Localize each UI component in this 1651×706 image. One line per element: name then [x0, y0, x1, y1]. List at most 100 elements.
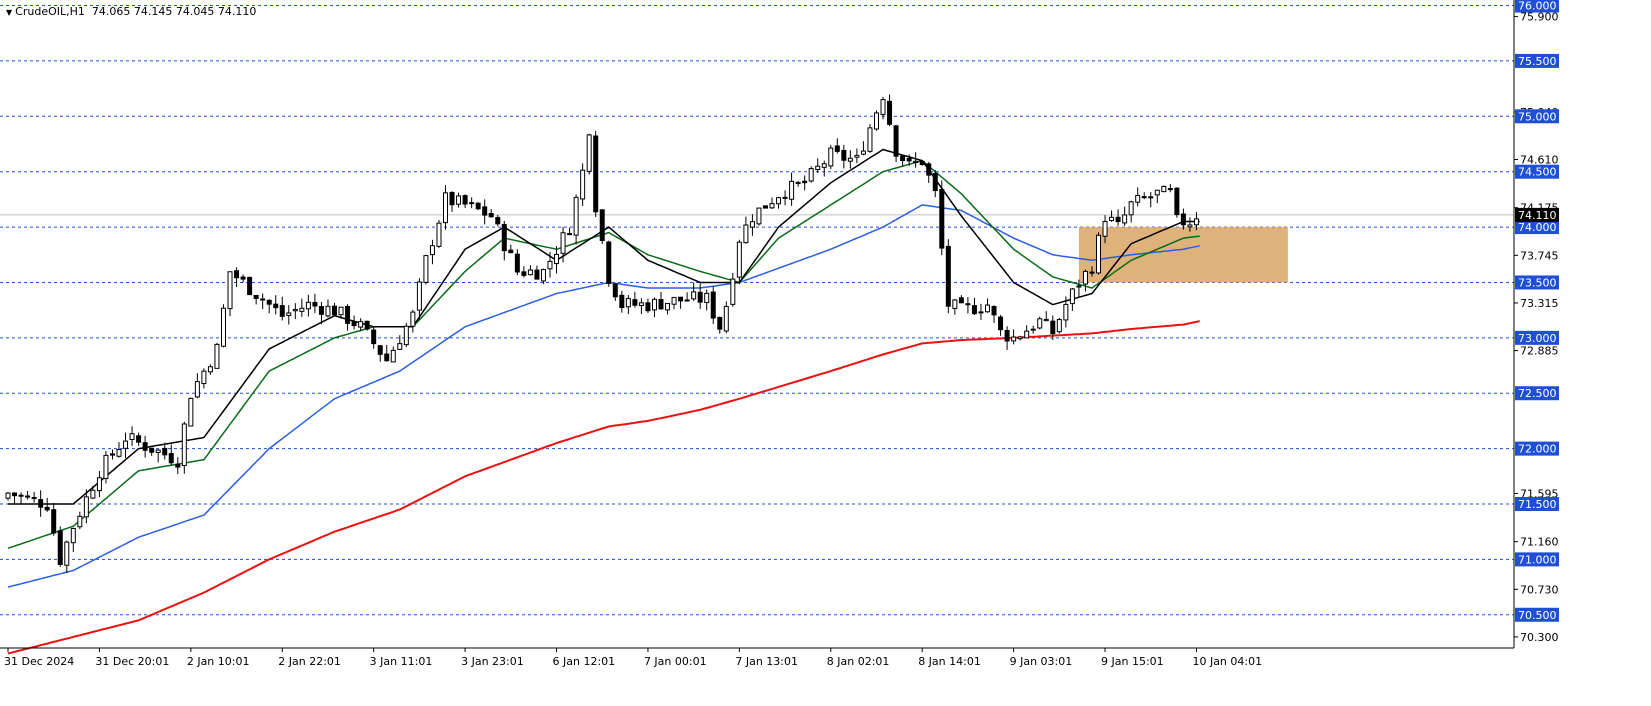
- candle: [1115, 209, 1121, 226]
- candle-body: [932, 172, 938, 192]
- candle: [482, 199, 488, 225]
- candle-body: [325, 305, 331, 317]
- candle: [390, 346, 396, 363]
- candle-body: [906, 158, 912, 162]
- candle: [475, 202, 481, 211]
- candle-body: [1050, 320, 1056, 335]
- candle: [1030, 325, 1036, 334]
- candle: [109, 449, 115, 460]
- candle-body: [1082, 270, 1088, 285]
- price-tick-label: 74.610: [1520, 154, 1559, 167]
- candle-body: [965, 303, 971, 306]
- price-chart[interactable]: 75.90075.04074.61074.17573.74573.31572.8…: [0, 0, 1651, 706]
- candle: [155, 449, 161, 463]
- candle-body: [1063, 303, 1069, 321]
- candle-body: [96, 477, 102, 492]
- candle-body: [443, 192, 449, 224]
- candle-body: [240, 276, 246, 280]
- level-tag-label: 73.500: [1518, 276, 1557, 289]
- candle-body: [593, 135, 599, 213]
- candle-body: [802, 180, 808, 184]
- time-tick-label: 2 Jan 22:01: [278, 655, 341, 668]
- candle-body: [299, 307, 305, 312]
- candle-body: [220, 307, 226, 347]
- candle: [508, 244, 514, 254]
- candle: [123, 432, 129, 458]
- candle-body: [155, 449, 161, 453]
- candle: [312, 293, 318, 314]
- candle-body: [44, 506, 50, 511]
- candle-body: [769, 203, 775, 209]
- candle-body: [345, 305, 351, 324]
- candle: [1161, 185, 1167, 193]
- candle-body: [913, 160, 919, 163]
- candle: [841, 144, 847, 169]
- candle: [952, 299, 958, 315]
- candle-body: [691, 291, 697, 300]
- candle: [1148, 192, 1154, 208]
- candle: [260, 293, 266, 310]
- candle-body: [717, 316, 723, 330]
- candle: [540, 268, 546, 284]
- candle: [638, 298, 644, 315]
- candle-body: [351, 321, 357, 327]
- candle: [619, 290, 625, 313]
- candle-body: [952, 299, 958, 309]
- time-tick-label: 31 Dec 2024: [4, 655, 74, 668]
- chart-panel: ▼ CrudeOIL,H1 74.065 74.145 74.045 74.110…: [0, 0, 1651, 706]
- candle-body: [1017, 336, 1023, 340]
- candle-body: [1141, 196, 1147, 199]
- time-tick-label: 3 Jan 23:01: [461, 655, 524, 668]
- candle-body: [1011, 336, 1017, 342]
- level-tag-label: 71.000: [1518, 553, 1557, 566]
- candle-body: [560, 232, 566, 254]
- candle-body: [1128, 201, 1134, 216]
- candle: [384, 345, 390, 362]
- candle-body: [1187, 224, 1193, 228]
- candle: [717, 316, 723, 334]
- time-tick-label: 8 Jan 02:01: [827, 655, 890, 668]
- candle-body: [292, 308, 298, 312]
- candle: [527, 265, 533, 276]
- price-tick-label: 73.315: [1520, 297, 1559, 310]
- candle-body: [129, 433, 135, 441]
- candle-body: [782, 196, 788, 199]
- candle-body: [697, 291, 703, 303]
- candle: [488, 209, 494, 218]
- candle-body: [234, 270, 240, 279]
- candle: [625, 294, 631, 315]
- candle-body: [867, 127, 873, 152]
- candle-body: [18, 494, 24, 497]
- candle-body: [860, 150, 866, 155]
- candle-body: [789, 180, 795, 200]
- price-tick-label: 75.900: [1520, 11, 1559, 24]
- time-tick-label: 3 Jan 11:01: [370, 655, 433, 668]
- candle: [704, 289, 710, 311]
- candle-body: [338, 306, 344, 316]
- level-tag-label: 74.000: [1518, 221, 1557, 234]
- candle: [971, 297, 977, 315]
- candle-body: [227, 271, 233, 310]
- candle-body: [83, 496, 89, 518]
- candle-body: [1024, 330, 1030, 339]
- time-tick-label: 9 Jan 15:01: [1101, 655, 1164, 668]
- candle: [77, 511, 83, 530]
- candle: [802, 175, 808, 191]
- candle: [299, 298, 305, 317]
- candle: [1017, 335, 1023, 341]
- candle: [181, 421, 187, 474]
- candle-body: [1109, 216, 1115, 222]
- candle-body: [377, 345, 383, 355]
- candle-body: [632, 299, 638, 306]
- candle: [397, 335, 403, 350]
- candle: [1056, 317, 1062, 334]
- candle: [51, 502, 57, 536]
- candle: [606, 240, 612, 287]
- candle-body: [554, 253, 560, 265]
- candle-body: [149, 447, 155, 453]
- candle: [1135, 187, 1141, 207]
- candle: [776, 196, 782, 209]
- candle: [580, 163, 586, 206]
- candle: [828, 144, 834, 170]
- candle-body: [90, 489, 96, 499]
